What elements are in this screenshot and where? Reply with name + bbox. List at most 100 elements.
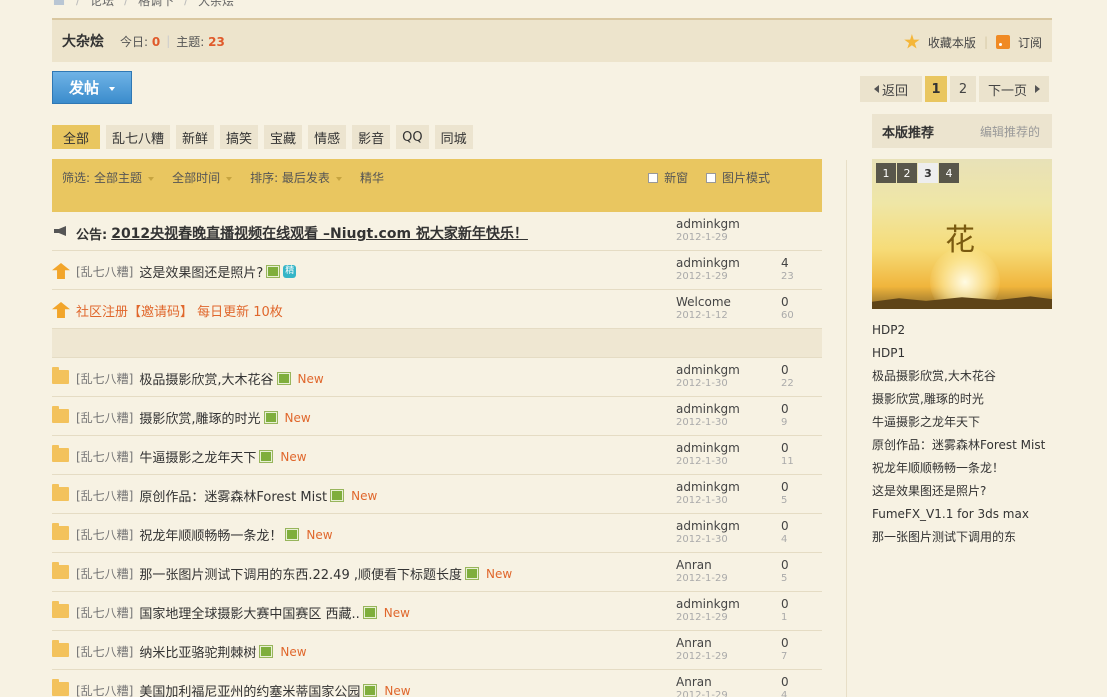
announcement-title[interactable]: 2012央视春晚直播视频在线观看 –Niugt.com 祝大家新年快乐！	[111, 223, 528, 243]
slide-page-2[interactable]: 2	[897, 163, 917, 183]
post-date: 2012-1-29	[676, 271, 728, 282]
rss-icon[interactable]	[995, 35, 1010, 49]
star-icon[interactable]	[904, 34, 920, 49]
recommend-slideshow[interactable]: 花 1 2 3 4	[872, 159, 1052, 309]
thread-title[interactable]: 那一张图片测试下调用的东西.22.49 ,顺便看下标题长度	[139, 564, 462, 583]
breadcrumb-item[interactable]: 论坛	[90, 0, 114, 9]
tab-fresh[interactable]: 新鲜	[176, 125, 215, 149]
new-post-button[interactable]: 发帖	[52, 71, 132, 104]
recommend-item[interactable]: FumeFX_V1.1 for 3ds max	[872, 505, 1045, 528]
author-name[interactable]: adminkgm	[676, 519, 740, 533]
thread-title[interactable]: 摄影欣赏,雕琢的时光	[139, 408, 260, 427]
reply-count[interactable]: 0	[781, 597, 789, 611]
reply-count[interactable]: 0	[781, 519, 789, 533]
thread-category[interactable]: [乱七八糟]	[76, 448, 133, 465]
reply-count[interactable]: 0	[781, 363, 789, 377]
author-name[interactable]: adminkgm	[676, 597, 740, 611]
author-name[interactable]: adminkgm	[676, 217, 740, 231]
slide-page-4[interactable]: 4	[939, 163, 959, 183]
tab-funny[interactable]: 搞笑	[220, 125, 259, 149]
thread-category[interactable]: [乱七八糟]	[76, 409, 133, 426]
tab-treasure[interactable]: 宝藏	[264, 125, 303, 149]
thread-category[interactable]: [乱七八糟]	[76, 682, 133, 697]
thread-category[interactable]: [乱七八糟]	[76, 487, 133, 504]
digest-filter-link[interactable]: 精华	[360, 169, 384, 186]
folder-icon	[52, 640, 69, 657]
tab-qq[interactable]: QQ	[396, 125, 429, 149]
thread-title[interactable]: 这是效果图还是照片?	[139, 262, 263, 281]
tab-emotion[interactable]: 情感	[308, 125, 347, 149]
post-date: 2012-1-30	[676, 495, 728, 506]
edit-recommend-link[interactable]: 编辑推荐的	[980, 123, 1040, 140]
tab-misc[interactable]: 乱七八糟	[106, 125, 171, 149]
author-name[interactable]: adminkgm	[676, 480, 740, 494]
thread-counts: 4 23	[781, 256, 794, 284]
prev-button[interactable]: 返回	[860, 76, 922, 102]
breadcrumb-item[interactable]: 格调下	[138, 0, 174, 9]
author-name[interactable]: adminkgm	[676, 441, 740, 455]
recommend-item[interactable]: HDP1	[872, 344, 1045, 367]
page-1[interactable]: 1	[925, 76, 947, 102]
next-button[interactable]: 下一页	[979, 76, 1049, 102]
page-2[interactable]: 2	[950, 76, 976, 102]
today-label: 今日:	[120, 34, 149, 49]
author-name[interactable]: adminkgm	[676, 256, 740, 270]
reply-count[interactable]: 0	[781, 402, 789, 416]
thread-category[interactable]: [乱七八糟]	[76, 370, 133, 387]
recommend-item[interactable]: 那一张图片测试下调用的东	[872, 528, 1045, 551]
reply-count[interactable]: 0	[781, 636, 789, 650]
favorite-link[interactable]: 收藏本版	[928, 34, 976, 51]
author-name[interactable]: adminkgm	[676, 402, 740, 416]
sort-dropdown[interactable]: 排序: 最后发表	[250, 169, 342, 186]
reply-count[interactable]: 0	[781, 295, 789, 309]
thread-title[interactable]: 国家地理全球摄影大赛中国赛区 西藏..	[139, 603, 359, 622]
thread-title[interactable]: 纳米比亚骆驼荆棘树	[139, 642, 256, 661]
recommend-item[interactable]: 摄影欣赏,雕琢的时光	[872, 390, 1045, 413]
slide-page-3[interactable]: 3	[918, 163, 938, 183]
author-name[interactable]: Welcome	[676, 295, 731, 309]
thread-title[interactable]: 美国加利福尼亚州的约塞米蒂国家公园	[139, 681, 360, 697]
recommend-item[interactable]: 原创作品：迷雾森林Forest Mist	[872, 436, 1045, 459]
thread-category[interactable]: [乱七八糟]	[76, 526, 133, 543]
thread-category[interactable]: [乱七八糟]	[76, 263, 133, 280]
thread-list: 公告: 2012央视春晚直播视频在线观看 –Niugt.com 祝大家新年快乐！…	[52, 212, 822, 697]
thread-subject: [乱七八糟] 国家地理全球摄影大赛中国赛区 西藏.. New	[76, 603, 410, 623]
thread-title[interactable]: 极品摄影欣赏,大木花谷	[139, 369, 273, 388]
recommend-item[interactable]: 牛逼摄影之龙年天下	[872, 413, 1045, 436]
reply-count[interactable]: 0	[781, 558, 789, 572]
tab-all[interactable]: 全部	[52, 125, 100, 149]
reply-count[interactable]: 0	[781, 675, 789, 689]
reply-count[interactable]: 4	[781, 256, 789, 270]
thread-title[interactable]: 原创作品：迷雾森林Forest Mist	[139, 486, 327, 505]
thread-title[interactable]: 牛逼摄影之龙年天下	[139, 447, 256, 466]
recommend-item[interactable]: 极品摄影欣赏,大木花谷	[872, 367, 1045, 390]
breadcrumb-item[interactable]: 大杂烩	[198, 0, 234, 9]
author-name[interactable]: Anran	[676, 558, 712, 572]
author-name[interactable]: Anran	[676, 675, 712, 689]
author-name[interactable]: Anran	[676, 636, 712, 650]
new-window-option[interactable]: 新窗	[648, 169, 688, 186]
tab-media[interactable]: 影音	[352, 125, 391, 149]
new-window-checkbox[interactable]	[648, 173, 659, 183]
image-mode-option[interactable]: 图片模式	[706, 169, 770, 186]
home-icon[interactable]	[52, 0, 66, 5]
subscribe-link[interactable]: 订阅	[1018, 34, 1042, 51]
thread-title[interactable]: 社区注册【邀请码】 每日更新 10枚	[76, 301, 283, 320]
topic-filter-dropdown[interactable]: 全部主题	[94, 169, 154, 186]
recommend-item[interactable]: HDP2	[872, 321, 1045, 344]
reply-count[interactable]: 0	[781, 480, 789, 494]
author-name[interactable]: adminkgm	[676, 363, 740, 377]
thread-category[interactable]: [乱七八糟]	[76, 565, 133, 582]
thread-author: adminkgm 2012-1-30	[676, 402, 740, 430]
recommend-item[interactable]: 祝龙年顺顺畅畅一条龙！	[872, 459, 1045, 482]
view-count: 23	[781, 271, 794, 282]
thread-title[interactable]: 祝龙年顺顺畅畅一条龙！	[139, 525, 282, 544]
image-mode-checkbox[interactable]	[706, 173, 717, 183]
recommend-item[interactable]: 这是效果图还是照片?	[872, 482, 1045, 505]
thread-category[interactable]: [乱七八糟]	[76, 604, 133, 621]
tab-local[interactable]: 同城	[434, 125, 473, 149]
thread-category[interactable]: [乱七八糟]	[76, 643, 133, 660]
slide-page-1[interactable]: 1	[876, 163, 896, 183]
reply-count[interactable]: 0	[781, 441, 789, 455]
time-filter-dropdown[interactable]: 全部时间	[172, 169, 232, 186]
